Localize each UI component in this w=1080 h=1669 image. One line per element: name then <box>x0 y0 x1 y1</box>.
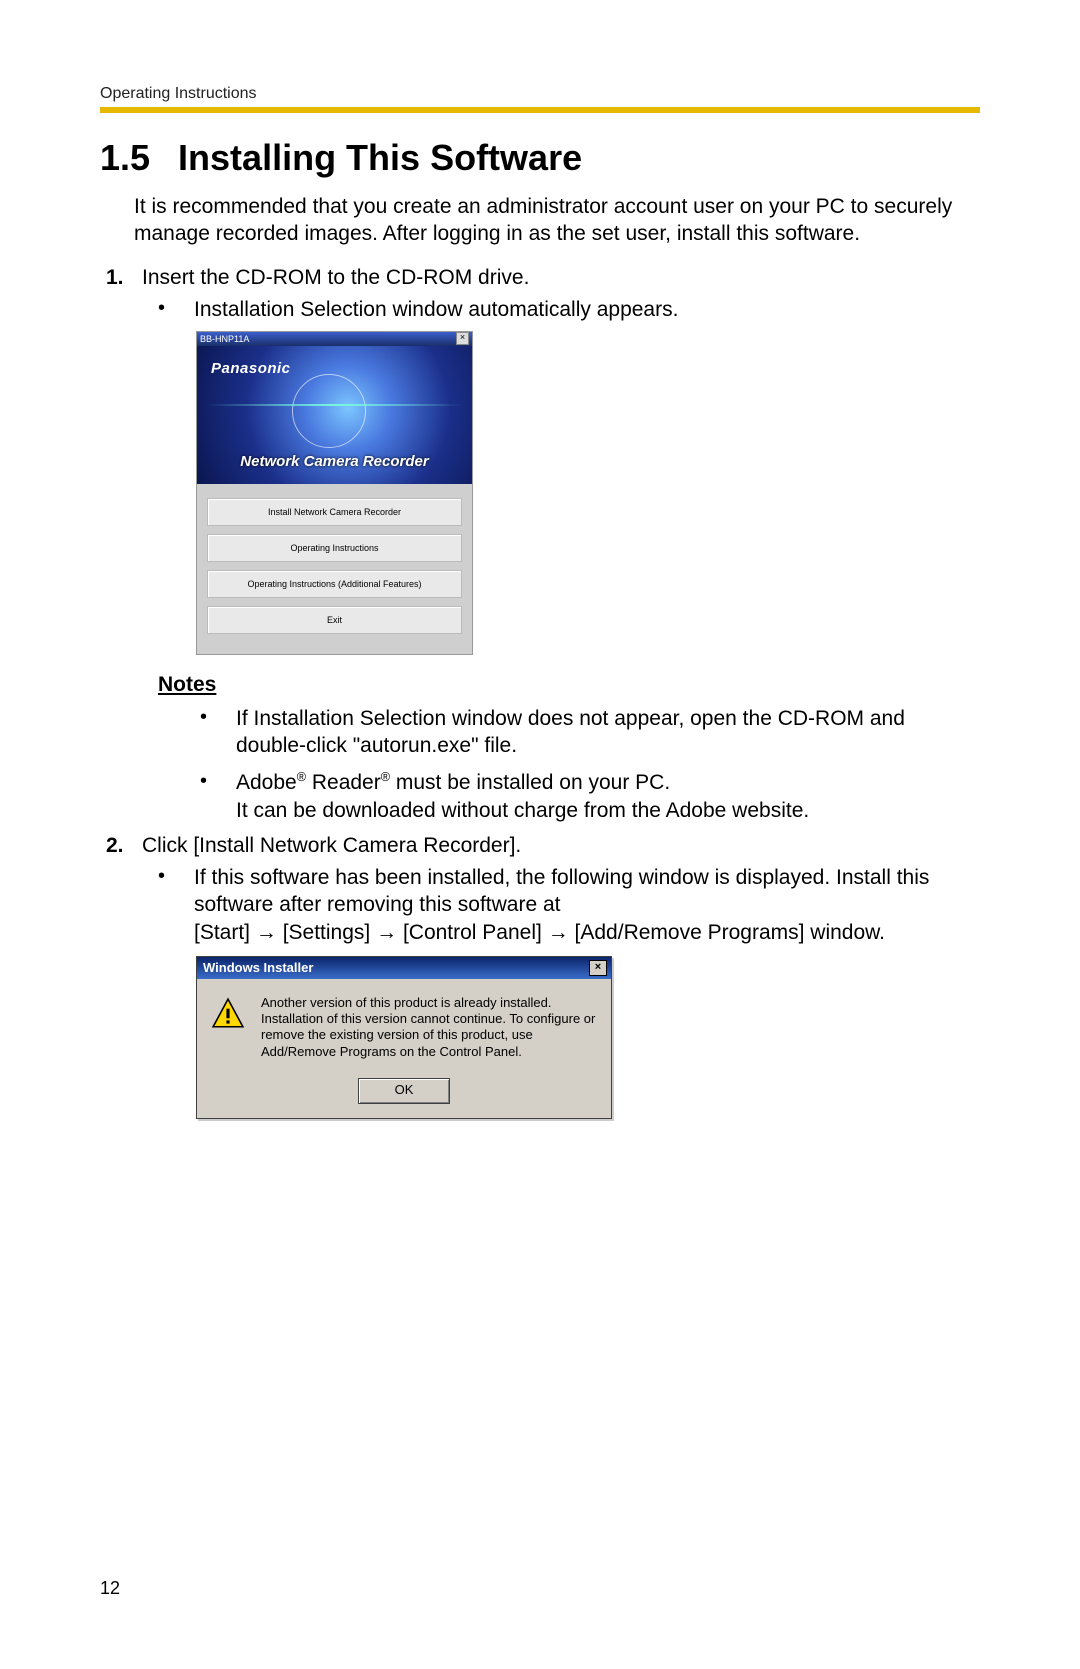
bullet-dot: • <box>200 769 236 824</box>
dialog-title-text: Windows Installer <box>203 960 313 975</box>
instructions-additional-button[interactable]: Operating Instructions (Additional Featu… <box>207 570 462 598</box>
step-text: Click [Install Network Camera Recorder]. <box>142 834 980 858</box>
section-heading: 1.5 Installing This Software <box>100 137 980 179</box>
instructions-button[interactable]: Operating Instructions <box>207 534 462 562</box>
ok-button[interactable]: OK <box>358 1078 450 1104</box>
splash-titlebar-text: BB-HNP11A <box>200 334 249 344</box>
windows-installer-dialog: Windows Installer × Another version of t… <box>196 956 612 1119</box>
lens-ring-graphic <box>292 374 366 448</box>
note-text: If Installation Selection window does no… <box>236 705 980 760</box>
registered-mark: ® <box>297 770 306 784</box>
bullet-dot: • <box>158 864 194 946</box>
page-number: 12 <box>100 1578 120 1599</box>
dialog-titlebar: Windows Installer × <box>197 957 611 979</box>
arrow-icon: → <box>250 921 283 944</box>
brand-logo-text: Panasonic <box>211 360 291 377</box>
intro-paragraph: It is recommended that you create an adm… <box>134 193 980 248</box>
note-text: Adobe® Reader® must be installed on your… <box>236 769 980 824</box>
warning-icon <box>211 997 245 1031</box>
step-text: Insert the CD-ROM to the CD-ROM drive. <box>142 266 980 290</box>
step-number: 1. <box>106 266 142 290</box>
splash-button-list: Install Network Camera Recorder Operatin… <box>197 484 472 654</box>
step-1: 1. Insert the CD-ROM to the CD-ROM drive… <box>106 266 980 290</box>
close-icon[interactable]: × <box>589 960 607 976</box>
page-header-label: Operating Instructions <box>100 85 980 103</box>
step1-bullet: • Installation Selection window automati… <box>158 296 980 323</box>
bullet-dot: • <box>200 705 236 760</box>
registered-mark: ® <box>381 770 390 784</box>
notes-heading: Notes <box>158 673 980 697</box>
bullet-dot: • <box>158 296 194 323</box>
product-name: Network Camera Recorder <box>197 453 472 470</box>
section-title-text: Installing This Software <box>178 137 582 178</box>
bullet-text: Installation Selection window automatica… <box>194 296 980 323</box>
arrow-icon: → <box>542 921 575 944</box>
step2-bullet: • If this software has been installed, t… <box>158 864 980 946</box>
close-icon[interactable]: × <box>456 332 469 345</box>
dialog-message: Another version of this product is alrea… <box>261 995 597 1060</box>
splash-titlebar: BB-HNP11A × <box>197 332 472 346</box>
installer-splash-window: BB-HNP11A × Panasonic Network Camera Rec… <box>196 331 473 655</box>
bullet-text: If this software has been installed, the… <box>194 864 980 946</box>
header-rule <box>100 107 980 113</box>
light-flare-graphic <box>207 404 462 406</box>
note-1: • If Installation Selection window does … <box>200 705 980 760</box>
step-2: 2. Click [Install Network Camera Recorde… <box>106 834 980 858</box>
section-number: 1.5 <box>100 137 150 179</box>
splash-banner: Panasonic Network Camera Recorder <box>197 346 472 484</box>
arrow-icon: → <box>370 921 403 944</box>
note-2: • Adobe® Reader® must be installed on yo… <box>200 769 980 824</box>
install-button[interactable]: Install Network Camera Recorder <box>207 498 462 526</box>
exit-button[interactable]: Exit <box>207 606 462 634</box>
step-number: 2. <box>106 834 142 858</box>
